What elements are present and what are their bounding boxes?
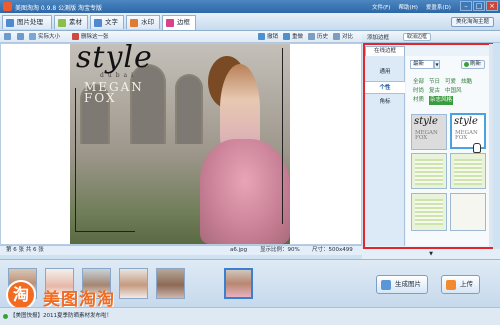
window-controls: – □ × — [460, 1, 498, 11]
file-name: a6.jpg — [230, 247, 248, 253]
filter-chinese[interactable]: 中国风 — [445, 87, 462, 96]
border-icon — [166, 19, 174, 27]
upload-button[interactable]: 上传 — [441, 275, 480, 294]
filter-cool[interactable]: 炫酷 — [461, 78, 472, 87]
app-logo-icon — [3, 2, 12, 11]
material-icon — [58, 19, 66, 27]
image-size: 尺寸：500x499 — [312, 247, 353, 253]
menu-account[interactable]: 爱盈系(D) — [426, 3, 451, 11]
tab-text[interactable]: 文字 — [90, 15, 124, 29]
border-thumbnail[interactable] — [450, 153, 486, 189]
generate-image-button[interactable]: 生成图片 — [376, 275, 428, 294]
text-icon — [94, 19, 102, 27]
frame-megan-text: MEGAN FOX — [84, 80, 144, 105]
frame-line-bottom — [75, 231, 135, 232]
tab-watermark[interactable]: 水印 — [126, 15, 160, 29]
news-bar: 【美图快报】2011夏季防晒素材发布啦！ — [0, 307, 500, 325]
tab-online-borders[interactable]: 在线边框 — [365, 46, 405, 56]
frame-line-left — [75, 88, 76, 232]
filter-all[interactable]: 全部 — [413, 78, 424, 87]
filter-retro[interactable]: 复古 — [429, 87, 440, 96]
chevron-down-icon[interactable]: ▼ — [434, 60, 440, 69]
refresh-button[interactable]: 刷新 — [461, 60, 485, 69]
window-title: 美图淘淘 0.9.8 公测版 淘宝专版 — [15, 5, 102, 12]
brand-mark: 淘 — [6, 280, 36, 310]
compare-icon — [333, 33, 340, 40]
category-corner[interactable]: 角标 — [365, 96, 405, 109]
redo-icon — [283, 33, 290, 40]
category-personality[interactable]: 个性 — [365, 81, 405, 94]
filter-village[interactable]: 村质 — [413, 96, 424, 105]
compare-button[interactable]: 对比 — [333, 33, 353, 41]
gallery-scrollbar[interactable] — [489, 44, 493, 247]
zoom-in-icon — [4, 33, 11, 40]
border-thumbnail[interactable]: style MEGAN FOX — [411, 114, 447, 150]
canvas-toolbar: 实际大小 删除这一张 撤销 重做 历史 对比 — [0, 31, 362, 43]
zoom-out-icon — [17, 33, 24, 40]
cancel-border-button[interactable]: 取消边框 — [403, 33, 432, 41]
panel-collapse-toggle[interactable]: ▼ — [362, 249, 500, 259]
border-thumbnail[interactable] — [411, 193, 447, 231]
history-icon — [308, 33, 315, 40]
sort-select[interactable]: 最新 ▼ — [410, 60, 440, 69]
menu-file[interactable]: 文件(F) — [372, 3, 390, 11]
actual-size-icon — [29, 33, 36, 40]
undo-button[interactable]: 撤销 — [258, 33, 278, 41]
tab-border[interactable]: 边框 — [162, 15, 196, 30]
maximize-icon[interactable]: □ — [473, 1, 485, 11]
zoom-level: 显示比例：90% — [260, 247, 300, 253]
tab-material[interactable]: 素材 — [54, 15, 88, 29]
save-image-icon — [381, 280, 391, 290]
filter-cute[interactable]: 可爱 — [445, 78, 456, 87]
news-icon — [3, 314, 8, 319]
frame-style-text: style — [76, 40, 153, 75]
history-button[interactable]: 历史 — [308, 33, 328, 41]
brand-logo: 淘 美图淘淘 — [3, 280, 203, 310]
image-thumbnail-active[interactable] — [224, 268, 253, 299]
status-bar: 第 6 张 共 6 张 a6.jpg 显示比例：90% 尺寸：500x499 — [0, 245, 362, 255]
filter-magazine[interactable]: 杂志风格 — [429, 96, 454, 105]
upload-icon — [446, 280, 456, 290]
category-general[interactable]: 通用 — [365, 66, 405, 79]
menu-help[interactable]: 帮助(H) — [398, 3, 417, 11]
background-arch — [175, 74, 203, 144]
frame-line-right — [282, 48, 283, 224]
minimize-icon[interactable]: – — [460, 1, 472, 11]
delete-icon — [72, 33, 79, 40]
model-skirt — [200, 139, 290, 244]
border-thumbnail[interactable] — [450, 193, 486, 231]
tab-image-edit[interactable]: 图片处理 — [2, 15, 52, 29]
filter-holiday[interactable]: 节日 — [429, 78, 440, 87]
frame-sub-text: dubai — [100, 72, 138, 79]
hand-cursor-icon — [473, 143, 481, 153]
watermark-icon — [130, 19, 138, 27]
border-panel-header: 添加边框 取消边框 — [362, 31, 500, 43]
filter-tags: 全部 节日 可爱 炫酷 时尚 复古 中国风 村质 杂志风格 — [413, 78, 487, 105]
main-tab-bar: 图片处理 素材 文字 水印 边框 美化淘淘主题 — [0, 13, 500, 31]
redo-button[interactable]: 重做 — [283, 33, 303, 41]
filter-fashion[interactable]: 时尚 — [413, 87, 424, 96]
title-bar: 美图淘淘 0.9.8 公测版 淘宝专版 文件(F) 帮助(H) 爱盈系(D) –… — [0, 0, 500, 13]
actual-size-button[interactable]: 实际大小 — [29, 33, 60, 41]
menu-bar: 文件(F) 帮助(H) 爱盈系(D) — [372, 3, 451, 11]
theme-button[interactable]: 美化淘淘主题 — [450, 17, 494, 27]
page-info: 第 6 张 共 6 张 — [6, 247, 44, 253]
panel-title: 添加边框 — [367, 35, 390, 41]
undo-icon — [258, 33, 265, 40]
close-icon[interactable]: × — [486, 1, 498, 11]
refresh-icon — [464, 62, 469, 67]
border-thumbnail[interactable] — [411, 153, 447, 189]
news-link[interactable]: 【美图快报】2011夏季防晒素材发布啦！ — [10, 313, 112, 319]
category-list: 通用 个性 角标 — [365, 56, 405, 246]
image-edit-icon — [6, 19, 14, 27]
